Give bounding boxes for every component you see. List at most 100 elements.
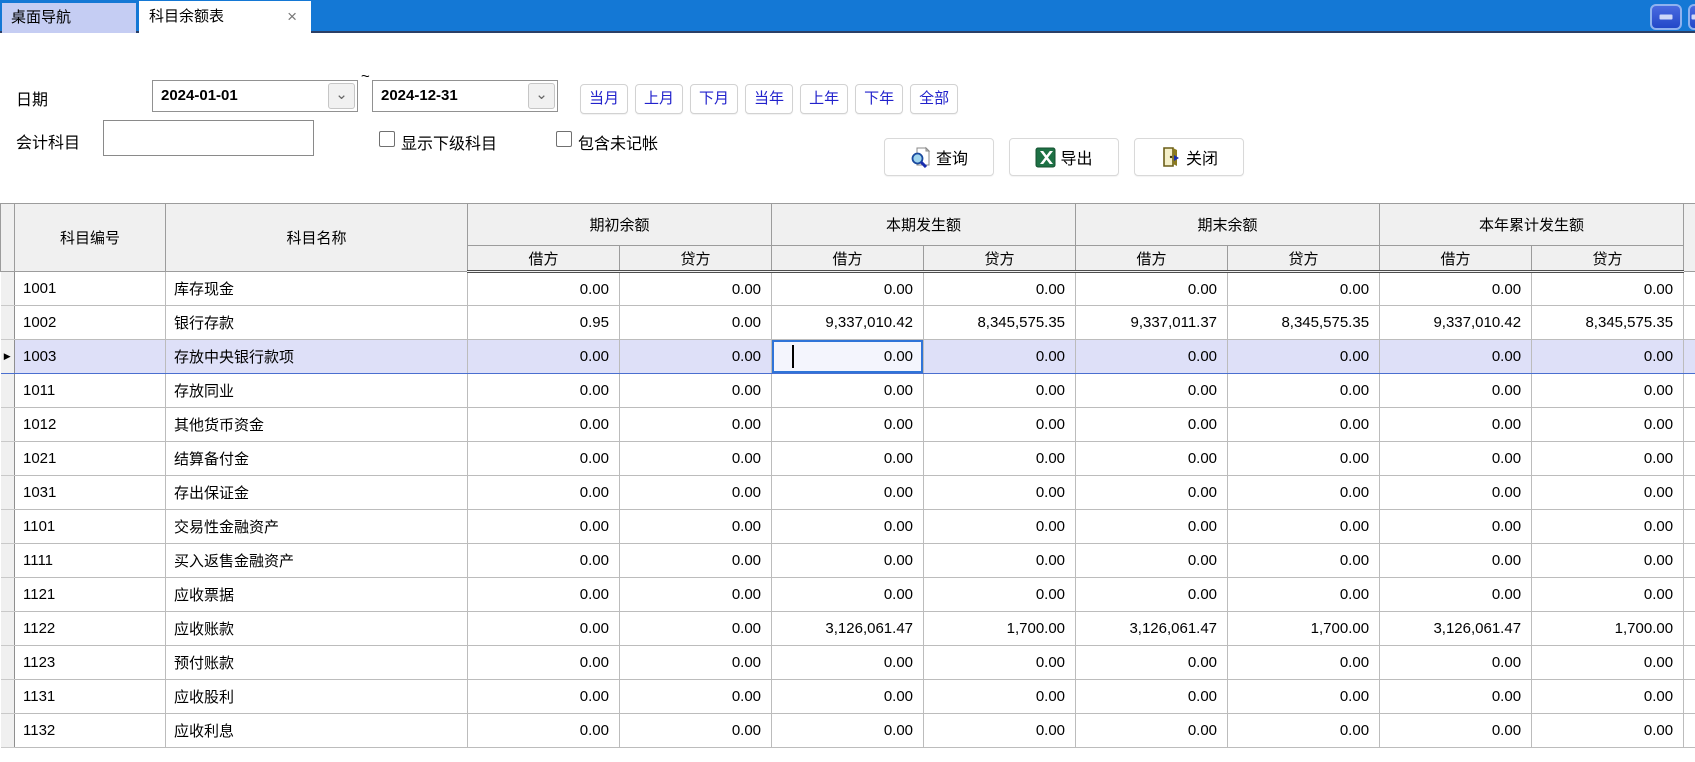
value-cell[interactable]: 0.95 bbox=[468, 306, 620, 340]
account-name-cell[interactable]: 应收利息 bbox=[166, 714, 468, 748]
row-gutter[interactable] bbox=[1, 612, 15, 646]
value-cell[interactable]: 0.00 bbox=[1228, 272, 1380, 306]
account-name-cell[interactable]: 预付账款 bbox=[166, 646, 468, 680]
value-cell[interactable]: 0.00 bbox=[1076, 680, 1228, 714]
value-cell[interactable]: 0.00 bbox=[1076, 340, 1228, 374]
value-cell[interactable]: 8,345,575.35 bbox=[1228, 306, 1380, 340]
account-code-cell[interactable]: 1101 bbox=[15, 510, 166, 544]
value-cell[interactable]: 1,700.00 bbox=[924, 612, 1076, 646]
value-cell[interactable]: 0.00 bbox=[924, 680, 1076, 714]
value-cell[interactable]: 0.00 bbox=[1380, 544, 1532, 578]
close-tab-icon[interactable]: × bbox=[287, 1, 297, 33]
account-name-cell[interactable]: 应收账款 bbox=[166, 612, 468, 646]
value-cell[interactable]: 0.00 bbox=[620, 612, 772, 646]
chevron-down-icon[interactable]: ⌄ bbox=[328, 83, 355, 109]
value-cell[interactable]: 0.00 bbox=[924, 442, 1076, 476]
value-cell[interactable]: 0.00 bbox=[772, 646, 924, 680]
account-code-cell[interactable]: 1001 bbox=[15, 272, 166, 306]
account-code-cell[interactable]: 1111 bbox=[15, 544, 166, 578]
value-cell[interactable]: 0.00 bbox=[1532, 374, 1684, 408]
value-cell[interactable]: 0.00 bbox=[1380, 374, 1532, 408]
value-cell[interactable]: 0.00 bbox=[1532, 714, 1684, 748]
value-cell[interactable]: 0.00 bbox=[1380, 680, 1532, 714]
value-cell[interactable]: 0.00 bbox=[1076, 476, 1228, 510]
account-subject-input[interactable] bbox=[103, 120, 314, 156]
export-button[interactable]: 导出 bbox=[1009, 138, 1119, 176]
value-cell[interactable]: 0.00 bbox=[1532, 340, 1684, 374]
tab-desktop-navigation[interactable]: 桌面导航 bbox=[2, 3, 136, 33]
value-cell[interactable]: 0.00 bbox=[924, 646, 1076, 680]
value-cell[interactable]: 0.00 bbox=[924, 510, 1076, 544]
row-gutter[interactable] bbox=[1, 272, 15, 306]
all-periods-button[interactable]: 全部 bbox=[910, 84, 958, 114]
account-code-cell[interactable]: 1122 bbox=[15, 612, 166, 646]
row-gutter[interactable] bbox=[1, 374, 15, 408]
editing-value-cell[interactable]: 0.00 bbox=[772, 340, 924, 374]
value-cell[interactable]: 0.00 bbox=[1076, 272, 1228, 306]
value-cell[interactable]: 0.00 bbox=[772, 544, 924, 578]
value-cell[interactable]: 0.00 bbox=[468, 340, 620, 374]
value-cell[interactable]: 0.00 bbox=[1228, 646, 1380, 680]
value-cell[interactable]: 0.00 bbox=[620, 374, 772, 408]
value-cell[interactable]: 0.00 bbox=[924, 340, 1076, 374]
value-cell[interactable]: 8,345,575.35 bbox=[924, 306, 1076, 340]
value-cell[interactable]: 0.00 bbox=[1076, 442, 1228, 476]
value-cell[interactable]: 0.00 bbox=[468, 442, 620, 476]
value-cell[interactable]: 0.00 bbox=[620, 646, 772, 680]
value-cell[interactable]: 0.00 bbox=[1076, 510, 1228, 544]
value-cell[interactable]: 0.00 bbox=[772, 714, 924, 748]
value-cell[interactable]: 0.00 bbox=[1228, 544, 1380, 578]
value-cell[interactable]: 0.00 bbox=[620, 442, 772, 476]
account-code-cell[interactable]: 1123 bbox=[15, 646, 166, 680]
value-cell[interactable]: 0.00 bbox=[468, 578, 620, 612]
value-cell[interactable]: 0.00 bbox=[1076, 408, 1228, 442]
value-cell[interactable]: 0.00 bbox=[1532, 544, 1684, 578]
value-cell[interactable]: 0.00 bbox=[1380, 476, 1532, 510]
account-code-cell[interactable]: 1011 bbox=[15, 374, 166, 408]
value-cell[interactable]: 0.00 bbox=[1380, 646, 1532, 680]
value-cell[interactable]: 0.00 bbox=[1228, 714, 1380, 748]
account-name-cell[interactable]: 应收股利 bbox=[166, 680, 468, 714]
value-cell[interactable]: 0.00 bbox=[1228, 374, 1380, 408]
next-year-button[interactable]: 下年 bbox=[855, 84, 903, 114]
value-cell[interactable]: 0.00 bbox=[620, 578, 772, 612]
value-cell[interactable]: 0.00 bbox=[1228, 510, 1380, 544]
value-cell[interactable]: 0.00 bbox=[772, 374, 924, 408]
current-month-button[interactable]: 当月 bbox=[580, 84, 628, 114]
value-cell[interactable]: 0.00 bbox=[1076, 714, 1228, 748]
account-code-cell[interactable]: 1031 bbox=[15, 476, 166, 510]
chevron-down-icon[interactable]: ⌄ bbox=[528, 83, 555, 109]
value-cell[interactable]: 9,337,010.42 bbox=[1380, 306, 1532, 340]
value-cell[interactable]: 0.00 bbox=[1076, 578, 1228, 612]
value-cell[interactable]: 0.00 bbox=[772, 408, 924, 442]
value-cell[interactable]: 0.00 bbox=[1532, 646, 1684, 680]
date-to-select[interactable]: 2024-12-31 ⌄ bbox=[372, 80, 558, 112]
row-gutter[interactable] bbox=[1, 646, 15, 680]
value-cell[interactable]: 0.00 bbox=[1076, 646, 1228, 680]
value-cell[interactable]: 0.00 bbox=[772, 476, 924, 510]
value-cell[interactable]: 0.00 bbox=[1228, 680, 1380, 714]
value-cell[interactable]: 0.00 bbox=[620, 408, 772, 442]
value-cell[interactable]: 1,700.00 bbox=[1228, 612, 1380, 646]
account-name-cell[interactable]: 库存现金 bbox=[166, 272, 468, 306]
value-cell[interactable]: 0.00 bbox=[924, 374, 1076, 408]
row-gutter[interactable] bbox=[1, 408, 15, 442]
account-code-cell[interactable]: 1121 bbox=[15, 578, 166, 612]
value-cell[interactable]: 0.00 bbox=[620, 272, 772, 306]
value-cell[interactable]: 0.00 bbox=[468, 714, 620, 748]
value-cell[interactable]: 0.00 bbox=[468, 408, 620, 442]
account-name-cell[interactable]: 应收票据 bbox=[166, 578, 468, 612]
value-cell[interactable]: 0.00 bbox=[1532, 408, 1684, 442]
value-cell[interactable]: 0.00 bbox=[1532, 476, 1684, 510]
row-gutter[interactable] bbox=[1, 544, 15, 578]
value-cell[interactable]: 0.00 bbox=[1380, 272, 1532, 306]
value-cell[interactable]: 0.00 bbox=[620, 340, 772, 374]
value-cell[interactable]: 0.00 bbox=[1532, 442, 1684, 476]
value-cell[interactable]: 0.00 bbox=[468, 272, 620, 306]
value-cell[interactable]: 0.00 bbox=[924, 272, 1076, 306]
value-cell[interactable]: 0.00 bbox=[468, 544, 620, 578]
account-code-cell[interactable]: 1012 bbox=[15, 408, 166, 442]
account-name-cell[interactable]: 存放同业 bbox=[166, 374, 468, 408]
value-cell[interactable]: 9,337,010.42 bbox=[772, 306, 924, 340]
date-from-select[interactable]: 2024-01-01 ⌄ bbox=[152, 80, 358, 112]
